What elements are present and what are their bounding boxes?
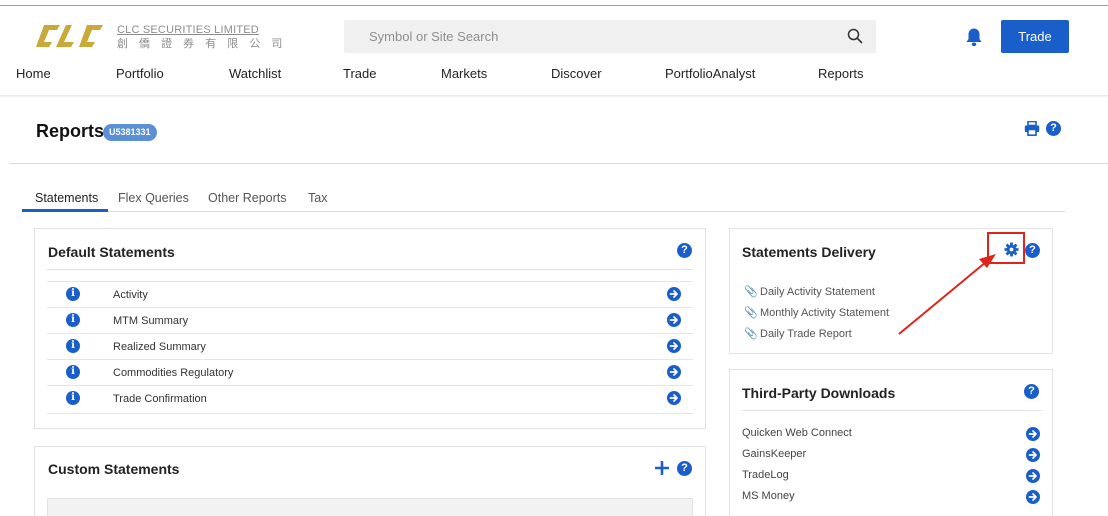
download-item-ms-money[interactable]: MS Money xyxy=(742,490,795,502)
arrow-right-icon[interactable] xyxy=(667,287,681,301)
nav-reports[interactable]: Reports xyxy=(818,66,864,81)
help-icon[interactable]: ? xyxy=(1046,121,1061,136)
default-statements-title: Default Statements xyxy=(48,244,175,260)
clc-logo-mark xyxy=(36,25,103,47)
arrow-right-icon[interactable] xyxy=(667,365,681,379)
active-tab-indicator xyxy=(22,209,108,212)
arrow-right-icon[interactable] xyxy=(1026,448,1040,462)
top-border xyxy=(0,5,1108,6)
statement-label: Activity xyxy=(113,289,148,301)
nav-watchlist[interactable]: Watchlist xyxy=(229,66,281,81)
delivery-item-daily-trade-report[interactable]: 📎 Daily Trade Report xyxy=(744,327,852,340)
tab-other-reports[interactable]: Other Reports xyxy=(208,191,287,205)
tabs-divider xyxy=(22,211,1065,212)
delivery-item-label: Monthly Activity Statement xyxy=(760,307,889,319)
nav-markets[interactable]: Markets xyxy=(441,66,487,81)
plus-icon[interactable] xyxy=(655,461,669,475)
paperclip-icon: 📎 xyxy=(744,286,758,298)
nav-trade[interactable]: Trade xyxy=(343,66,376,81)
title-divider xyxy=(9,163,1108,164)
nav-home[interactable]: Home xyxy=(16,66,51,81)
third-party-downloads-panel: Third-Party Downloads ? Quicken Web Conn… xyxy=(729,369,1053,516)
statement-row-mtm-summary[interactable]: i MTM Summary xyxy=(47,307,693,333)
help-icon[interactable]: ? xyxy=(677,461,692,476)
delivery-item-label: Daily Activity Statement xyxy=(760,286,875,298)
trade-button[interactable]: Trade xyxy=(1001,20,1069,53)
account-badge: U5381331 xyxy=(103,124,157,141)
search-icon[interactable] xyxy=(847,28,863,44)
statement-row-trade-confirmation[interactable]: i Trade Confirmation xyxy=(47,385,693,411)
info-icon[interactable]: i xyxy=(66,391,80,405)
arrow-right-icon[interactable] xyxy=(1026,427,1040,441)
delivery-item-label: Daily Trade Report xyxy=(760,328,852,340)
info-icon[interactable]: i xyxy=(66,339,80,353)
download-item-gainskeeper[interactable]: GainsKeeper xyxy=(742,448,806,460)
nav-portfolioanalyst[interactable]: PortfolioAnalyst xyxy=(665,66,755,81)
third-party-downloads-title: Third-Party Downloads xyxy=(742,385,896,401)
site-search xyxy=(344,20,876,53)
help-icon[interactable]: ? xyxy=(1024,384,1039,399)
tab-statements[interactable]: Statements xyxy=(35,191,98,205)
download-item-quicken[interactable]: Quicken Web Connect xyxy=(742,427,852,439)
arrow-right-icon[interactable] xyxy=(667,313,681,327)
tab-flex-queries[interactable]: Flex Queries xyxy=(118,191,189,205)
custom-statements-title: Custom Statements xyxy=(48,461,180,477)
paperclip-icon: 📎 xyxy=(744,307,758,319)
info-icon[interactable]: i xyxy=(66,313,80,327)
main-nav: Home Portfolio Watchlist Trade Markets D… xyxy=(0,66,1108,86)
default-statements-panel: Default Statements ? i Activity i MTM Su… xyxy=(34,228,706,429)
panel-divider xyxy=(742,410,1042,411)
arrow-right-icon[interactable] xyxy=(667,391,681,405)
statement-row-realized-summary[interactable]: i Realized Summary xyxy=(47,333,693,359)
statement-row-activity[interactable]: i Activity xyxy=(47,281,693,307)
help-icon[interactable]: ? xyxy=(677,243,692,258)
annotation-highlight-box xyxy=(987,232,1025,264)
page-title: Reports xyxy=(36,121,105,141)
download-item-tradelog[interactable]: TradeLog xyxy=(742,469,789,481)
statement-label: MTM Summary xyxy=(113,315,189,327)
bell-icon[interactable] xyxy=(965,27,983,47)
search-input[interactable] xyxy=(344,20,824,53)
custom-statements-list xyxy=(47,498,693,516)
tab-tax[interactable]: Tax xyxy=(308,191,327,205)
info-icon[interactable]: i xyxy=(66,365,80,379)
statement-label: Realized Summary xyxy=(113,341,206,353)
info-icon[interactable]: i xyxy=(66,287,80,301)
statement-label: Commodities Regulatory xyxy=(113,367,234,379)
paperclip-icon: 📎 xyxy=(744,328,758,340)
panel-divider xyxy=(47,269,693,270)
help-icon[interactable]: ? xyxy=(1025,243,1040,258)
statements-delivery-title: Statements Delivery xyxy=(742,244,876,260)
arrow-right-icon[interactable] xyxy=(1026,469,1040,483)
panel-divider xyxy=(47,413,693,414)
nav-discover[interactable]: Discover xyxy=(551,66,602,81)
custom-statements-panel: Custom Statements ? xyxy=(34,446,706,516)
arrow-right-icon[interactable] xyxy=(667,339,681,353)
nav-portfolio[interactable]: Portfolio xyxy=(116,66,164,81)
logo-company-cn: 創 僑 證 券 有 限 公 司 xyxy=(117,38,287,50)
logo-text: CLC SECURITIES LIMITED 創 僑 證 券 有 限 公 司 xyxy=(117,24,286,51)
statement-row-commodities-regulatory[interactable]: i Commodities Regulatory xyxy=(47,359,693,385)
print-icon[interactable] xyxy=(1024,121,1040,136)
nav-divider xyxy=(0,95,1108,98)
statement-label: Trade Confirmation xyxy=(113,393,207,405)
arrow-right-icon[interactable] xyxy=(1026,490,1040,504)
logo-company-en: CLC SECURITIES LIMITED xyxy=(117,24,259,36)
delivery-item-monthly-activity[interactable]: 📎 Monthly Activity Statement xyxy=(744,306,889,319)
delivery-item-daily-activity[interactable]: 📎 Daily Activity Statement xyxy=(744,285,875,298)
